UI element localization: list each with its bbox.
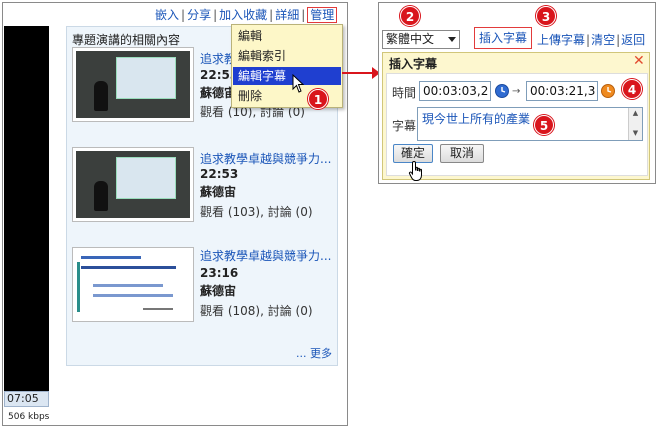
- step-badge-2: 2: [400, 6, 420, 26]
- favorite-link[interactable]: 加入收藏: [219, 8, 267, 22]
- manage-button[interactable]: 管理: [307, 7, 338, 23]
- back-link[interactable]: 返回: [621, 33, 645, 47]
- share-link[interactable]: 分享: [187, 8, 211, 22]
- detail-link[interactable]: 詳細: [275, 8, 299, 22]
- step-badge-3: 3: [536, 6, 556, 26]
- step-badge-1: 1: [308, 89, 328, 109]
- related-item-author: 蘇德宙: [200, 185, 237, 199]
- related-item-stats: 觀看 (108), 討論 (0): [200, 304, 313, 318]
- insert-subtitle-button[interactable]: 插入字幕: [474, 27, 532, 49]
- subtitle-links: 上傳字幕|清空|返回: [537, 33, 646, 47]
- hand-cursor-icon: [408, 160, 422, 181]
- pointer-arrow-line: [342, 72, 375, 74]
- action-links: 嵌入 | 分享 | 加入收藏 | 詳細 | 管理: [155, 6, 338, 23]
- video-thumbnail[interactable]: [72, 147, 194, 222]
- related-item-title[interactable]: 追求教學卓越與競爭力...: [200, 150, 331, 167]
- clock-icon[interactable]: [495, 84, 509, 98]
- language-select[interactable]: 繁體中文: [382, 30, 460, 49]
- more-link[interactable]: ... 更多: [296, 345, 332, 361]
- chevron-down-icon: [448, 37, 456, 42]
- step-badge-4: 4: [622, 79, 642, 99]
- arrow-cursor-icon: [292, 74, 305, 93]
- start-time-input[interactable]: 00:03:03,2: [419, 81, 491, 101]
- video-thumbnail[interactable]: [72, 47, 194, 122]
- clear-link[interactable]: 清空: [591, 33, 615, 47]
- language-select-value: 繁體中文: [386, 32, 435, 46]
- player-time: 07:05: [4, 391, 49, 407]
- related-item-stats: 觀看 (103), 討論 (0): [200, 205, 313, 219]
- cancel-button[interactable]: 取消: [440, 144, 484, 163]
- related-item-duration: 22:53: [200, 167, 239, 181]
- menu-item-edit[interactable]: 編輯: [233, 27, 341, 45]
- related-item-duration: 23:16: [200, 266, 239, 280]
- related-item-author: 蘇德宙: [200, 284, 237, 298]
- video-player[interactable]: [4, 26, 49, 391]
- step-badge-5: 5: [534, 115, 554, 135]
- menu-item-edit-subtitle[interactable]: 編輯字幕: [233, 67, 341, 85]
- end-time-input[interactable]: 00:03:21,3: [526, 81, 598, 101]
- embed-link[interactable]: 嵌入: [155, 8, 179, 22]
- bitrate-label: 506 kbps: [8, 412, 50, 422]
- upload-subtitle-link[interactable]: 上傳字幕: [537, 33, 585, 47]
- time-range-arrow: →: [512, 86, 521, 97]
- close-icon[interactable]: ✕: [633, 53, 645, 69]
- subtitle-label: 字幕: [392, 119, 417, 133]
- slide-thumbnail[interactable]: [72, 247, 194, 322]
- menu-item-edit-index[interactable]: 編輯索引: [233, 47, 341, 65]
- textarea-scrollbar[interactable]: ▲ ▼: [628, 108, 642, 140]
- dialog-title: 插入字幕: [389, 57, 438, 71]
- related-title: 專題演講的相關內容: [72, 33, 181, 47]
- time-label: 時間: [392, 86, 417, 100]
- related-item-title[interactable]: 追求教學卓越與競爭力...: [200, 247, 331, 264]
- clock-icon[interactable]: [601, 84, 615, 98]
- subtitle-textarea[interactable]: 現今世上所有的產業: [417, 107, 643, 141]
